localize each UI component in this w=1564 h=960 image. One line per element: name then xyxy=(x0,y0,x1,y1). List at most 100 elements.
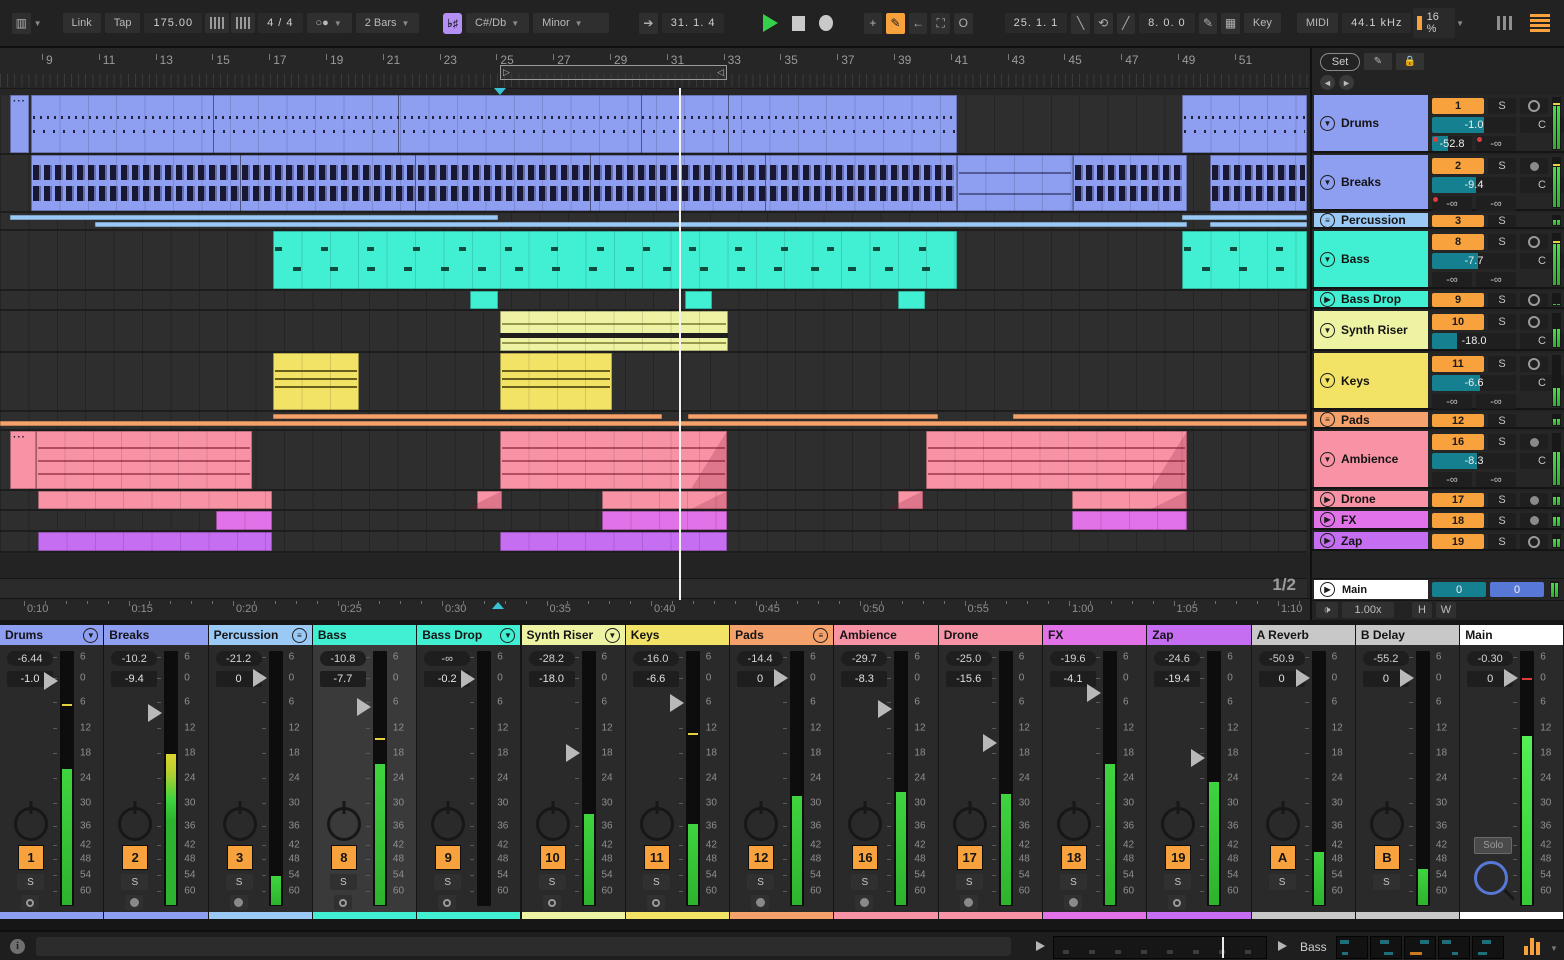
play-circle-icon[interactable]: ▶ xyxy=(1320,491,1335,507)
track-number[interactable]: 10 xyxy=(1432,314,1484,330)
track-row-pads[interactable] xyxy=(0,412,1307,431)
key-map-button[interactable]: Key xyxy=(1243,13,1281,33)
fader-handle[interactable] xyxy=(774,669,789,687)
clip-keys[interactable] xyxy=(273,353,359,410)
send-value[interactable]: -52.8 xyxy=(1432,136,1472,151)
peak-level-value[interactable]: -∞ xyxy=(424,651,471,666)
zoom-width-button[interactable]: W xyxy=(1436,602,1456,618)
fader-rail[interactable] xyxy=(1311,651,1326,906)
chev-circle-icon[interactable]: ▼ xyxy=(1320,251,1335,267)
monitor-dot-button[interactable] xyxy=(1520,513,1548,528)
pan-knob[interactable] xyxy=(535,807,570,841)
track-header-zap[interactable]: ▶ Zap 19 S xyxy=(1312,532,1564,551)
mixer-strip-drums[interactable]: Drums ▼ -6.44 -1.0 6 0 6 12 18 24 30 36 42 48 54 60 1 S xyxy=(0,625,104,919)
peak-level-value[interactable]: -19.6 xyxy=(1050,651,1096,666)
peak-level-value[interactable]: -10.8 xyxy=(319,651,366,666)
chev-circle-icon[interactable]: ▼ xyxy=(1320,115,1335,131)
history-back-button[interactable]: ◄ xyxy=(1320,75,1335,90)
clip-ambience[interactable] xyxy=(926,431,1187,489)
pan-knob[interactable] xyxy=(952,807,987,841)
track-row-bass-drop[interactable] xyxy=(0,291,1307,311)
track-row-keys[interactable] xyxy=(0,353,1307,412)
pan-knob[interactable] xyxy=(639,807,674,841)
mixer-strip-breaks[interactable]: Breaks -10.2 -9.4 6 0 6 12 18 24 30 36 42 48 54 60 2 S xyxy=(104,625,208,919)
strip-track-name[interactable]: A Reverb xyxy=(1251,625,1355,645)
pan-knob[interactable] xyxy=(1265,807,1300,841)
clip-drone[interactable] xyxy=(1072,491,1187,509)
solo-button[interactable]: S xyxy=(1488,98,1516,114)
track-row-bass[interactable] xyxy=(0,231,1307,291)
tap-tempo-button[interactable]: Tap xyxy=(104,13,141,33)
device-chain-play-icon[interactable] xyxy=(1278,941,1287,951)
solo-button[interactable]: S xyxy=(642,874,670,890)
track-number[interactable]: 11 xyxy=(643,845,670,870)
send-value[interactable]: -∞ xyxy=(1476,394,1516,409)
track-number[interactable]: 16 xyxy=(1432,434,1484,450)
add-locator-button[interactable]: + xyxy=(863,12,883,34)
strip-track-name[interactable]: Breaks xyxy=(104,625,208,645)
group-circle-icon[interactable]: ≡ xyxy=(813,627,829,643)
clip-pads[interactable] xyxy=(0,421,1307,426)
pan-knob[interactable] xyxy=(1057,807,1091,841)
peak-level-value[interactable]: -28.2 xyxy=(528,651,575,666)
track-number[interactable]: 11 xyxy=(1432,356,1484,372)
solo-button[interactable]: S xyxy=(1488,534,1516,549)
midi-map-button[interactable]: MIDI xyxy=(1296,13,1339,33)
solo-button[interactable]: S xyxy=(1164,874,1192,890)
history-forward-button[interactable]: ► xyxy=(1339,75,1354,90)
track-header-ambience[interactable]: ▼ Ambience 16 S -8.3 C -∞ -∞ xyxy=(1312,431,1564,489)
send-value[interactable]: -∞ xyxy=(1476,472,1516,487)
volume-value[interactable]: -7.7 xyxy=(319,671,366,687)
arm-icon[interactable] xyxy=(1168,895,1187,910)
hamburger-menu-button[interactable] xyxy=(1530,14,1551,32)
clip-ambience[interactable]: ··· xyxy=(10,431,36,489)
mixer-strip-fx[interactable]: FX -19.6 -4.1 6 0 6 12 18 24 30 36 42 48 54 60 18 S xyxy=(1043,625,1147,919)
clip-pads[interactable] xyxy=(688,414,938,419)
chev-circle-icon[interactable]: ▼ xyxy=(604,627,620,643)
track-header-bass-drop[interactable]: ▶ Bass Drop 9 S xyxy=(1312,291,1564,309)
volume-value[interactable]: -19.4 xyxy=(1154,671,1201,687)
back-to-arrangement-button[interactable]: ← xyxy=(908,12,928,34)
mixer-strip-pads[interactable]: Pads ≡ -14.4 0 6 0 6 12 18 24 30 36 42 48 54 60 12 S xyxy=(730,625,834,919)
mixer-strip-zap[interactable]: Zap -24.6 -19.4 6 0 6 12 18 24 30 36 42 48 54 60 19 S xyxy=(1147,625,1251,919)
solo-button[interactable]: S xyxy=(1488,215,1516,227)
fader-handle[interactable] xyxy=(982,734,997,752)
fader-rail[interactable] xyxy=(1103,651,1117,906)
track-number[interactable]: 3 xyxy=(226,845,253,870)
solo-button[interactable]: S xyxy=(434,874,462,890)
computer-midi-keyboard-icon[interactable]: ▦ xyxy=(1221,12,1240,34)
track-row-fx[interactable] xyxy=(0,511,1307,532)
fader-rail[interactable] xyxy=(790,651,805,906)
fader-rail[interactable] xyxy=(1520,651,1535,906)
clip-drone[interactable] xyxy=(466,491,502,509)
solo-button[interactable]: S xyxy=(329,874,357,890)
track-number[interactable]: 19 xyxy=(1432,534,1484,549)
mixer-strip-b-delay[interactable]: B Delay -55.2 0 6 0 6 12 18 24 30 36 42 48 54 60 B S xyxy=(1355,625,1460,919)
track-header-drone[interactable]: ▶ Drone 17 S xyxy=(1312,491,1564,509)
clip-breaks[interactable] xyxy=(957,155,1073,211)
solo-button[interactable]: S xyxy=(225,874,253,890)
send-value[interactable]: -∞ xyxy=(1432,196,1472,211)
monitor-icon[interactable] xyxy=(855,895,874,910)
arm-button[interactable] xyxy=(1520,356,1548,372)
track-number[interactable]: 16 xyxy=(852,845,879,870)
clip-synth-riser[interactable] xyxy=(500,311,728,351)
mixer-strip-a-reverb[interactable]: A Reverb -50.9 0 6 0 6 12 18 24 30 36 42 48 54 60 A S xyxy=(1251,625,1355,919)
clip-percussion[interactable] xyxy=(95,222,1187,227)
fader-handle[interactable] xyxy=(1399,669,1414,687)
device-thumbnail[interactable] xyxy=(1370,936,1402,959)
pencil-tool-button[interactable]: ✎ xyxy=(1364,53,1392,70)
device-thumbnail[interactable] xyxy=(1404,936,1436,959)
volume-value[interactable]: -6.6 xyxy=(1432,375,1516,391)
fader-rail[interactable] xyxy=(477,651,492,906)
volume-value[interactable]: -18.0 xyxy=(1432,333,1516,349)
solo-button[interactable]: S xyxy=(1060,874,1087,890)
clip-percussion[interactable] xyxy=(1182,215,1307,220)
track-row-percussion[interactable] xyxy=(0,213,1307,231)
strip-track-name[interactable]: Synth Riser ▼ xyxy=(521,625,625,645)
fader-handle[interactable] xyxy=(1504,669,1519,687)
clip-keys[interactable] xyxy=(500,353,612,410)
arm-button[interactable] xyxy=(1520,98,1548,114)
fader-handle[interactable] xyxy=(1295,669,1310,687)
pan-knob[interactable] xyxy=(431,807,466,841)
